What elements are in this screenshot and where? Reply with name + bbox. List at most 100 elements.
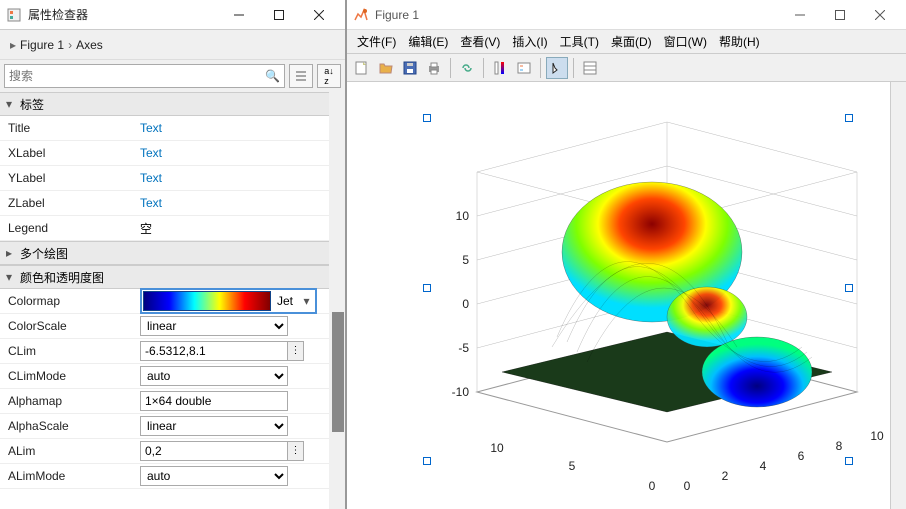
open-button[interactable] — [375, 57, 397, 79]
properties-container: ▾ 标签 TitleText XLabelText YLabelText ZLa… — [0, 92, 345, 509]
property-inspector-panel: 属性检查器 ▸ Figure 1 › Axes 🔍 a↓z ▾ 标签 Title… — [0, 0, 346, 509]
prop-label: CLim — [0, 344, 140, 358]
prop-label: ZLabel — [0, 196, 140, 210]
alphascale-select[interactable]: linear — [140, 416, 288, 436]
chevron-down-icon: ▾ — [299, 294, 314, 308]
climmode-select[interactable]: auto — [140, 366, 288, 386]
print-button[interactable] — [423, 57, 445, 79]
maximize-button[interactable] — [259, 1, 299, 29]
figure-canvas[interactable]: -10 -5 0 5 10 10 5 0 0 2 4 6 — [347, 82, 890, 509]
link-button[interactable] — [456, 57, 478, 79]
search-input[interactable] — [9, 69, 265, 83]
scrollbar-thumb[interactable] — [332, 312, 344, 432]
chevron-right-icon: › — [68, 38, 72, 52]
search-row: 🔍 a↓z — [0, 60, 345, 92]
xtick: 6 — [798, 449, 805, 463]
expand-icon: ▸ — [6, 246, 16, 260]
alphamap-input[interactable] — [140, 391, 288, 411]
zlabel-link[interactable]: Text — [140, 196, 345, 210]
toolbar-separator — [540, 58, 541, 78]
close-button[interactable] — [299, 1, 339, 29]
section-title: 标签 — [20, 96, 44, 113]
chevron-right-icon[interactable]: ▸ — [10, 38, 16, 52]
colorscale-select[interactable]: linear — [140, 316, 288, 336]
xlabel-link[interactable]: Text — [140, 146, 345, 160]
alim-input[interactable] — [140, 441, 288, 461]
prop-label: AlphaScale — [0, 419, 140, 433]
ztick: 5 — [462, 253, 469, 267]
menu-edit[interactable]: 编辑(E) — [402, 31, 454, 52]
collapse-icon: ▾ — [6, 270, 16, 284]
prop-label: ColorScale — [0, 319, 140, 333]
toolbar-separator — [483, 58, 484, 78]
figure-titlebar: Figure 1 — [347, 0, 906, 30]
xtick: 0 — [684, 479, 691, 493]
prop-label: CLimMode — [0, 369, 140, 383]
menu-help[interactable]: 帮助(H) — [713, 31, 766, 52]
colormap-swatch — [143, 291, 271, 311]
section-title: 多个绘图 — [20, 245, 68, 262]
minimize-button[interactable] — [219, 1, 259, 29]
collapse-icon: ▾ — [6, 97, 16, 111]
figure-side-scrollbar[interactable] — [890, 82, 906, 509]
menu-file[interactable]: 文件(F) — [351, 31, 402, 52]
menu-insert[interactable]: 插入(I) — [506, 31, 553, 52]
section-title: 颜色和透明度图 — [20, 269, 104, 286]
inspector-title: 属性检查器 — [28, 6, 219, 23]
menu-tools[interactable]: 工具(T) — [554, 31, 605, 52]
title-link[interactable]: Text — [140, 121, 345, 135]
xtick: 4 — [760, 459, 767, 473]
close-button[interactable] — [860, 1, 900, 29]
breadcrumb-figure[interactable]: Figure 1 — [20, 38, 64, 52]
alimmode-select[interactable]: auto — [140, 466, 288, 486]
xtick: 8 — [836, 439, 843, 453]
edit-plot-button[interactable] — [546, 57, 568, 79]
colormap-dropdown[interactable]: Jet ▾ — [140, 288, 317, 314]
sort-az-button[interactable]: a↓z — [317, 64, 341, 88]
new-figure-button[interactable] — [351, 57, 373, 79]
more-button[interactable]: ⋮ — [288, 441, 304, 461]
ztick: 0 — [462, 297, 469, 311]
more-button[interactable]: ⋮ — [288, 341, 304, 361]
ylabel-link[interactable]: Text — [140, 171, 345, 185]
prop-label: Legend — [0, 221, 140, 235]
menu-desktop[interactable]: 桌面(D) — [605, 31, 658, 52]
inspector-app-icon — [6, 7, 22, 23]
prop-label: ALim — [0, 444, 140, 458]
toolbar-separator — [450, 58, 451, 78]
xtick: 10 — [870, 429, 884, 443]
open-property-inspector-button[interactable] — [579, 57, 601, 79]
colormap-name: Jet — [277, 294, 293, 308]
ytick: 0 — [649, 479, 656, 493]
prop-label: YLabel — [0, 171, 140, 185]
insert-legend-button[interactable] — [513, 57, 535, 79]
peaks-surface-plot[interactable]: -10 -5 0 5 10 10 5 0 0 2 4 6 — [407, 92, 887, 502]
section-multiplots[interactable]: ▸ 多个绘图 — [0, 241, 345, 265]
section-labels[interactable]: ▾ 标签 — [0, 92, 345, 116]
clim-input[interactable] — [140, 341, 288, 361]
section-color[interactable]: ▾ 颜色和透明度图 — [0, 265, 345, 289]
figure-menubar: 文件(F) 编辑(E) 查看(V) 插入(I) 工具(T) 桌面(D) 窗口(W… — [347, 30, 906, 54]
prop-label: Colormap — [0, 294, 140, 308]
insert-colorbar-button[interactable] — [489, 57, 511, 79]
categorize-button[interactable] — [289, 64, 313, 88]
figure-window: Figure 1 文件(F) 编辑(E) 查看(V) 插入(I) 工具(T) 桌… — [346, 0, 906, 509]
breadcrumb: ▸ Figure 1 › Axes — [0, 30, 345, 60]
ztick: 10 — [456, 209, 470, 223]
figure-toolbar — [347, 54, 906, 82]
menu-view[interactable]: 查看(V) — [454, 31, 506, 52]
prop-label: Alphamap — [0, 394, 140, 408]
ytick: 5 — [569, 459, 576, 473]
inspector-scrollbar[interactable] — [329, 92, 345, 509]
maximize-button[interactable] — [820, 1, 860, 29]
save-button[interactable] — [399, 57, 421, 79]
legend-value: 空 — [140, 220, 345, 237]
minimize-button[interactable] — [780, 1, 820, 29]
matlab-figure-icon — [353, 7, 369, 23]
prop-label: Title — [0, 121, 140, 135]
inspector-titlebar: 属性检查器 — [0, 0, 345, 30]
menu-window[interactable]: 窗口(W) — [658, 31, 713, 52]
breadcrumb-axes[interactable]: Axes — [76, 38, 103, 52]
search-box: 🔍 — [4, 64, 285, 88]
ytick: 10 — [490, 441, 504, 455]
